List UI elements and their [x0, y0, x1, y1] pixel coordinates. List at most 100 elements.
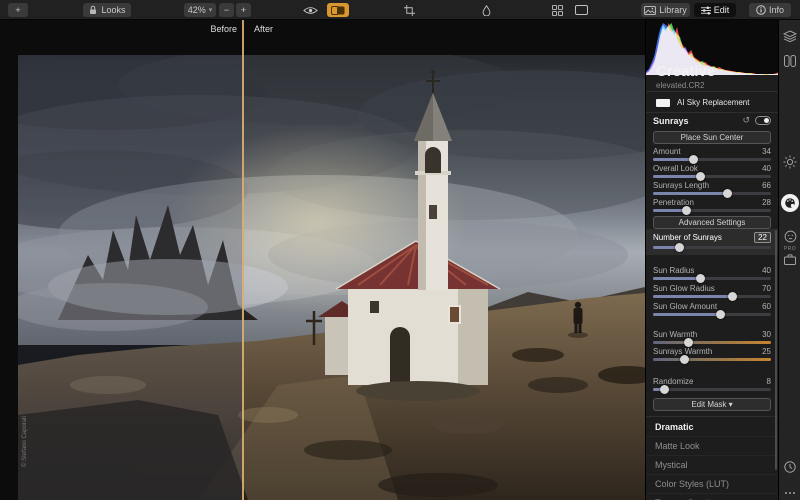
slider-label: Number of Sunrays [653, 232, 722, 242]
slider-track[interactable] [653, 338, 771, 347]
reset-icon[interactable]: ↺ [742, 115, 750, 126]
eraser-button[interactable] [476, 3, 496, 17]
section-dramatic[interactable]: Dramatic [646, 418, 778, 437]
plus-icon: + [240, 5, 247, 15]
edit-mask-button[interactable]: Edit Mask ▾ [653, 398, 771, 411]
preview-eye-button[interactable] [299, 3, 321, 17]
palette-icon [784, 197, 796, 209]
zoom-out-button[interactable]: − [219, 3, 234, 17]
sun-icon [783, 155, 797, 169]
section-color-styles-lut[interactable]: Color Styles (LUT) [646, 475, 778, 494]
section-texture-overlay[interactable]: Texture Overlay [646, 494, 778, 500]
slider-label: Sun Glow Amount [653, 301, 718, 311]
slider-row: Sun Glow Amount 60 [646, 301, 778, 319]
history-button[interactable] [779, 461, 800, 473]
creative-tool-button[interactable] [779, 194, 800, 212]
slider-value: 40 [762, 163, 771, 173]
slider-track[interactable] [653, 292, 771, 301]
single-view-button[interactable] [571, 3, 591, 17]
grid-icon [551, 4, 563, 16]
slider-value: 28 [762, 197, 771, 207]
portrait-tool-button[interactable] [779, 230, 800, 243]
slider-thumb[interactable] [682, 206, 692, 215]
slider-track[interactable] [653, 206, 771, 215]
looks-label: Looks [101, 5, 126, 15]
photo-watermark: © Stefano Caporali [21, 416, 28, 467]
slider-track[interactable] [653, 189, 771, 198]
looks-button[interactable]: Looks [83, 3, 131, 17]
slider-thumb[interactable] [716, 310, 726, 319]
add-button[interactable]: + [8, 3, 28, 17]
professional-tool-button[interactable] [779, 254, 800, 265]
before-label: Before [210, 24, 237, 34]
tab-edit[interactable]: Edit [694, 3, 736, 17]
lock-icon [88, 5, 98, 15]
slider-track[interactable] [653, 243, 771, 252]
tab-library[interactable]: Library [641, 3, 690, 17]
slider-track[interactable] [653, 155, 771, 164]
tab-info[interactable]: Info [749, 3, 791, 17]
slider-fill [653, 175, 701, 178]
slider-track[interactable] [653, 274, 771, 283]
compare-panel-button[interactable] [779, 55, 800, 67]
slider-thumb[interactable] [674, 243, 684, 252]
section-label: Dramatic [655, 422, 694, 432]
sunrays-title: Sunrays [653, 115, 689, 126]
slider-value: 8 [766, 376, 771, 386]
sliders-icon [700, 6, 711, 15]
briefcase-icon [784, 254, 796, 265]
compare-button[interactable] [327, 3, 349, 17]
slider-thumb[interactable] [659, 385, 669, 394]
place-sun-center-button[interactable]: Place Sun Center [653, 131, 771, 144]
tool-strip: PRO [778, 20, 800, 500]
photo[interactable]: © Stefano Caporali [18, 55, 645, 500]
section-label: Mystical [655, 460, 688, 470]
zoom-select[interactable]: 42% ▾ [184, 3, 216, 17]
essentials-tool-button[interactable] [779, 155, 800, 169]
slider-track[interactable] [653, 310, 771, 319]
zoom-in-button[interactable]: + [236, 3, 251, 17]
filename: elevated.CR2 [656, 81, 705, 90]
more-options-button[interactable] [779, 490, 800, 496]
library-label: Library [659, 5, 687, 15]
sunrays-toggle[interactable] [755, 116, 771, 125]
minus-icon: − [223, 5, 230, 15]
gallery-view-button[interactable] [547, 3, 567, 17]
layers-icon [783, 30, 797, 42]
slider-value: 30 [762, 329, 771, 339]
advanced-settings-button[interactable]: Advanced Settings [653, 216, 771, 229]
add-icon: + [15, 5, 21, 15]
slider-thumb[interactable] [679, 355, 689, 364]
split-view-icon [784, 55, 796, 67]
slider-label: Sunrays Length [653, 180, 710, 190]
panel-title: Creative [656, 63, 716, 80]
image-canvas[interactable]: Before After © Stefano Caporali [0, 20, 645, 500]
crop-icon [403, 4, 415, 16]
slider-row: Number of Sunrays 22 [646, 229, 778, 255]
face-icon [784, 230, 797, 243]
slider-fill [653, 158, 694, 161]
slider-track[interactable] [653, 385, 771, 394]
section-matte-look[interactable]: Matte Look [646, 437, 778, 456]
slider-row: Sunrays Warmth 25 [646, 346, 778, 364]
slider-track[interactable] [653, 172, 771, 181]
panel-scrollbar[interactable] [775, 230, 777, 470]
section-label: Color Styles (LUT) [655, 479, 730, 489]
eye-icon [302, 6, 318, 15]
slider-value: 70 [762, 283, 771, 293]
slider-label: Penetration [653, 197, 694, 207]
luminar-app: + Looks 42% ▾ − + Library Edit Info Befo… [0, 0, 800, 500]
slider-value: 34 [762, 146, 771, 156]
section-mystical[interactable]: Mystical [646, 456, 778, 475]
slider-thumb[interactable] [696, 274, 706, 283]
ellipsis-icon [784, 490, 796, 496]
slider-value: 40 [762, 265, 771, 275]
ai-sky-label: AI Sky Replacement [677, 98, 750, 107]
crop-button[interactable] [399, 3, 419, 17]
slider-track[interactable] [653, 355, 771, 364]
slider-thumb[interactable] [728, 292, 738, 301]
ai-sky-swatch [656, 98, 670, 107]
ai-sky-replacement-row[interactable]: AI Sky Replacement [646, 94, 778, 111]
layers-button[interactable] [779, 30, 800, 42]
before-after-divider[interactable] [242, 20, 244, 500]
